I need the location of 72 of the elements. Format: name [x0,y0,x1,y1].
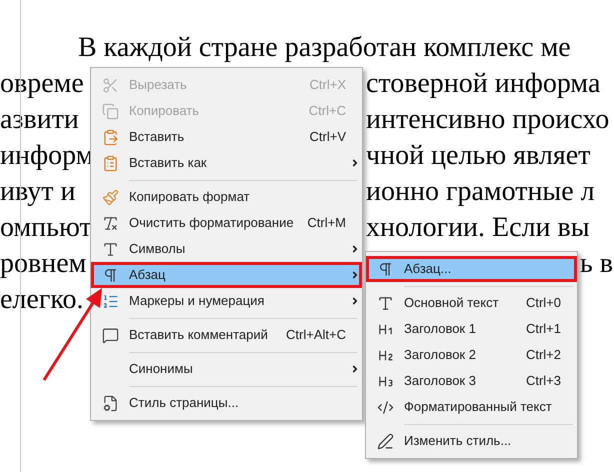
list-icon [102,292,118,310]
pen-icon [376,432,394,450]
shortcut-label: Ctrl+Alt+C [286,326,347,344]
menu-item-label: Заголовок 2 [404,346,477,364]
menu-item-label: Абзац... [404,260,452,278]
document-text: В каждой стране разработан комплекс ме [78,31,571,65]
paintbrush-icon [102,188,118,206]
shortcut-label: Ctrl+3 [526,372,562,390]
document-text: чной целью являет [366,139,590,173]
menu-item-label: Вставить как [129,154,208,172]
document-text: омпьют [0,211,92,245]
document-text: хнологии. Если вы [366,211,590,245]
menu-item[interactable]: Форматированный текст [366,394,577,420]
shortcut-label: Ctrl+V [310,128,347,146]
document-text: информ [0,139,94,173]
shortcut-label: Ctrl+M [307,214,347,232]
clear-format-icon [102,214,118,232]
menu-item[interactable]: Заголовок 2 Ctrl+2 [366,342,577,368]
font-icon [102,240,118,258]
clipboard-icon [102,154,118,172]
menu-item[interactable]: Вставить как [91,150,362,176]
menu-item-label: Абзац [129,266,166,284]
menu-item-label: Вставить [129,128,186,146]
menu-item[interactable]: Копировать формат [91,184,362,210]
menu-item[interactable]: Абзац... [366,256,577,282]
copy-icon [102,102,118,120]
document-text: азвити [0,103,79,137]
code-icon [376,398,394,416]
menu-item-label: Форматированный текст [404,398,553,416]
comment-icon [102,326,118,344]
menu-item-label: Вырезать [129,76,188,94]
menu-item[interactable]: Основной текст Ctrl+0 [366,290,577,316]
shortcut-label: Ctrl+2 [526,346,562,364]
menu-item-label: Синонимы [129,360,194,378]
paste-icon [102,128,118,146]
menu-item[interactable]: Заголовок 1 Ctrl+1 [366,316,577,342]
menu-item[interactable]: Изменить стиль... [366,428,577,454]
shortcut-label: Ctrl+1 [526,320,562,338]
document-text: ионно грамотные л [366,175,595,209]
menu-item-label: Стиль страницы... [129,394,240,412]
font-icon [376,294,394,312]
document-text: овреме [0,67,84,101]
document-text: ровнем [0,247,86,281]
menu-item-label: Копировать [129,102,200,120]
menu-item[interactable]: Заголовок 3 Ctrl+3 [366,368,577,394]
menu-item-label: Очистить форматирование [129,214,295,232]
page-icon [102,394,118,412]
menu-item[interactable]: Вставить комментарий Ctrl+Alt+C [91,322,362,348]
menu-item[interactable]: Очистить форматирование Ctrl+M [91,210,362,236]
menu-item-label: Вставить комментарий [129,326,269,344]
menu-item-label: Заголовок 3 [404,372,477,390]
menu-item-label: Копировать формат [129,188,251,206]
menu-item[interactable]: Синонимы [91,356,362,382]
document-text: интенсивно происхо [366,103,610,137]
document-text: ивут и [0,175,76,209]
menu-item-label: Символы [129,240,186,258]
scissors-icon [102,76,118,94]
menu-item-label: Основной текст [404,294,500,312]
menu-item[interactable]: Стиль страницы... [91,390,362,416]
menu-item[interactable]: Абзац [91,262,362,288]
menu-item-label: Маркеры и нумерация [129,292,266,310]
menu-item[interactable]: Символы [91,236,362,262]
menu-item-label: Заголовок 1 [404,320,477,338]
menu-item-label: Изменить стиль... [404,432,512,450]
menu-item[interactable]: Маркеры и нумерация [91,288,362,314]
menu-item[interactable]: Вставить Ctrl+V [91,124,362,150]
document-text: стоверной информа [366,67,600,101]
shortcut-label: Ctrl+X [310,76,347,94]
shortcut-label: Ctrl+0 [526,294,562,312]
shortcut-label: Ctrl+C [308,102,347,120]
document-text: елегко. [0,283,84,317]
document-text: ь в [580,247,613,281]
